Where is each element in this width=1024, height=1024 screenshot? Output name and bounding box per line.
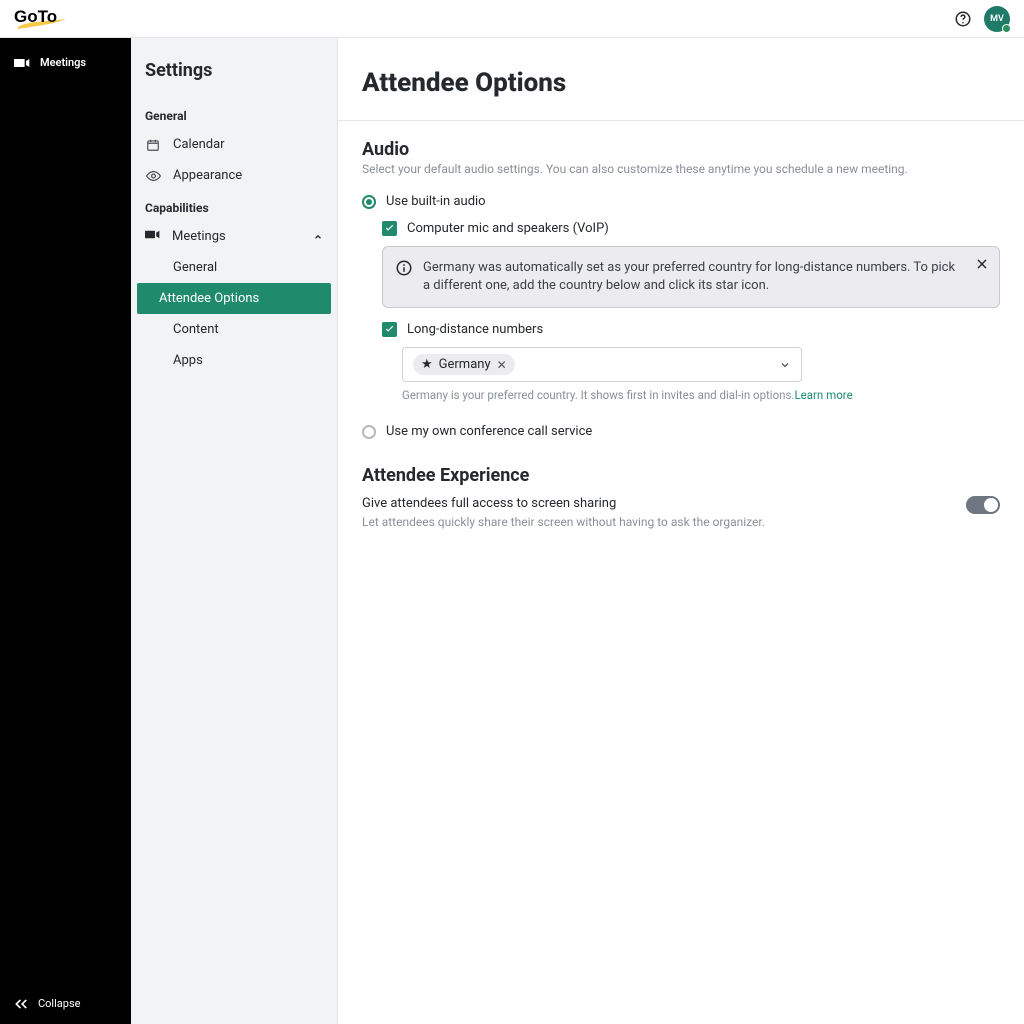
page-title: Attendee Options — [338, 38, 1024, 121]
checkbox-label: Computer mic and speakers (VoIP) — [407, 221, 609, 236]
close-icon[interactable] — [975, 257, 989, 277]
hint-text: Germany is your preferred country. It sh… — [402, 388, 794, 402]
video-icon — [145, 229, 160, 244]
collapse-button[interactable]: Collapse — [0, 983, 131, 1024]
experience-row-desc: Let attendees quickly share their screen… — [362, 515, 765, 529]
rail-item-meetings[interactable]: Meetings — [0, 50, 131, 75]
radio-dot-icon — [362, 195, 376, 209]
toggle-screen-sharing[interactable] — [966, 496, 1000, 514]
sidebar-sub-attendee-options[interactable]: Attendee Options — [137, 283, 331, 314]
left-rail: Meetings Collapse — [0, 38, 131, 1024]
remove-chip-icon[interactable]: ✕ — [497, 358, 507, 372]
sidebar-sub-general[interactable]: General — [131, 252, 337, 283]
info-icon — [395, 259, 413, 283]
learn-more-link[interactable]: Learn more — [794, 388, 852, 402]
sidebar-section-general: General — [131, 99, 337, 129]
checkbox-voip[interactable]: Computer mic and speakers (VoIP) — [382, 221, 1000, 236]
radio-label: Use my own conference call service — [386, 424, 592, 439]
audio-desc: Select your default audio settings. You … — [362, 162, 1000, 176]
radio-own-conference-service[interactable]: Use my own conference call service — [362, 424, 1000, 439]
country-chip[interactable]: ★ Germany ✕ — [413, 354, 515, 375]
sidebar-item-label: Meetings — [172, 229, 226, 244]
experience-row-title: Give attendees full access to screen sha… — [362, 496, 765, 511]
sidebar-section-capabilities: Capabilities — [131, 191, 337, 221]
radio-label: Use built-in audio — [386, 194, 486, 209]
avatar-initials: MV — [990, 14, 1004, 24]
settings-sidebar: Settings General Calendar Appearance Cap… — [131, 38, 338, 1024]
experience-heading: Attendee Experience — [362, 465, 1000, 486]
main-area: Attendee Options Audio Select your defau… — [338, 38, 1024, 1024]
star-icon: ★ — [421, 357, 433, 372]
info-text: Germany was automatically set as your pr… — [423, 260, 955, 293]
help-icon[interactable] — [954, 10, 972, 28]
sidebar-title: Settings — [131, 60, 337, 99]
chevron-double-left-icon — [14, 999, 28, 1009]
checkbox-label: Long-distance numbers — [407, 322, 543, 337]
country-hint: Germany is your preferred country. It sh… — [402, 388, 1000, 402]
video-icon — [14, 57, 30, 69]
country-chip-label: Germany — [439, 357, 491, 372]
country-select[interactable]: ★ Germany ✕ — [402, 347, 802, 382]
checkbox-checked-icon — [382, 322, 397, 337]
chevron-down-icon — [779, 359, 791, 371]
sidebar-sub-apps[interactable]: Apps — [131, 345, 337, 376]
calendar-icon — [145, 138, 161, 152]
info-callout: Germany was automatically set as your pr… — [382, 246, 1000, 308]
rail-item-label: Meetings — [40, 56, 86, 69]
sidebar-sub-content[interactable]: Content — [131, 314, 337, 345]
radio-use-builtin-audio[interactable]: Use built-in audio — [362, 194, 1000, 209]
avatar[interactable]: MV — [984, 6, 1010, 32]
checkbox-checked-icon — [382, 221, 397, 236]
sidebar-item-appearance[interactable]: Appearance — [131, 160, 337, 191]
sidebar-item-label: Calendar — [173, 137, 225, 152]
experience-row-screen-sharing: Give attendees full access to screen sha… — [362, 496, 1000, 529]
brand-logo[interactable]: GoTo — [14, 6, 72, 32]
chevron-up-icon — [313, 232, 323, 242]
audio-heading: Audio — [362, 139, 1000, 160]
svg-text:GoTo: GoTo — [14, 7, 57, 26]
checkbox-long-distance[interactable]: Long-distance numbers — [382, 322, 1000, 337]
radio-empty-icon — [362, 425, 376, 439]
sidebar-item-calendar[interactable]: Calendar — [131, 129, 337, 160]
eye-icon — [145, 170, 161, 182]
sidebar-item-label: Appearance — [173, 168, 242, 183]
collapse-label: Collapse — [38, 997, 80, 1010]
sidebar-item-meetings[interactable]: Meetings — [131, 221, 337, 252]
top-bar: GoTo MV — [0, 0, 1024, 38]
